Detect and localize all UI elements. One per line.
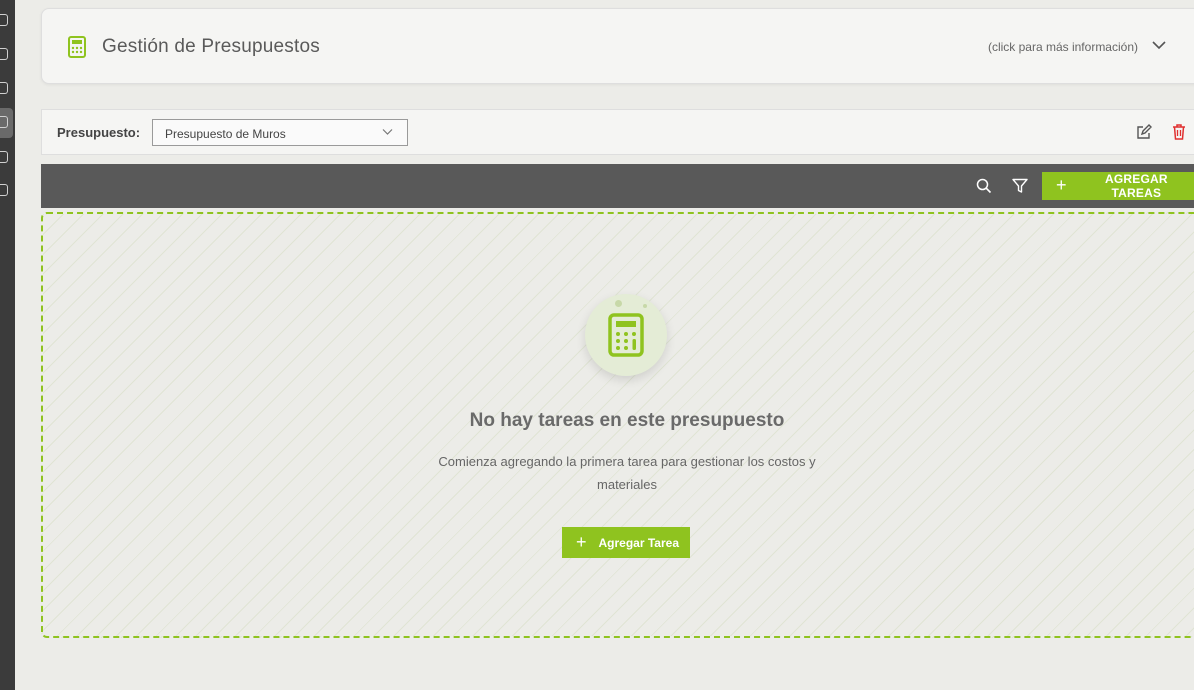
add-tasks-button[interactable]: + AGREGAR TAREAS — [1042, 172, 1194, 200]
tasks-drop-zone: No hay tareas en este presupuesto Comien… — [41, 212, 1194, 638]
chevron-down-icon — [382, 129, 393, 135]
search-icon[interactable] — [976, 178, 992, 194]
empty-state-subtitle: Comienza agregando la primera tarea para… — [438, 454, 816, 492]
calculator-icon — [608, 313, 644, 357]
sidebar-icon-5[interactable] — [0, 151, 8, 163]
plus-icon: + — [576, 531, 587, 552]
trash-icon[interactable] — [1172, 123, 1186, 140]
add-task-label: Agregar Tarea — [598, 535, 679, 550]
toolbar: + AGREGAR TAREAS — [41, 164, 1194, 208]
empty-state-title: No hay tareas en este presupuesto — [469, 410, 785, 431]
page-title: Gestión de Presupuestos — [102, 36, 320, 57]
add-tasks-label: AGREGAR TAREAS — [1104, 172, 1168, 200]
filter-icon[interactable] — [1012, 178, 1028, 194]
sidebar-icon-user[interactable] — [0, 184, 8, 196]
budget-select-value: Presupuesto de Muros — [165, 127, 286, 141]
sidebar-icon-4[interactable] — [0, 116, 8, 128]
calculator-icon — [68, 36, 86, 58]
info-hint[interactable]: (click para más información) — [988, 40, 1138, 54]
budget-bar: Presupuesto: Presupuesto de Muros — [41, 109, 1194, 155]
plus-icon: + — [1056, 175, 1067, 195]
budget-label: Presupuesto: — [57, 125, 141, 140]
sidebar-icon-1[interactable] — [0, 14, 8, 26]
edit-icon[interactable] — [1136, 124, 1152, 140]
sidebar-icon-2[interactable] — [0, 48, 8, 60]
empty-state-illustration — [585, 294, 667, 376]
sidebar-icon-3[interactable] — [0, 82, 8, 94]
add-task-button[interactable]: + Agregar Tarea — [562, 527, 690, 558]
sidebar — [0, 0, 15, 690]
chevron-down-icon[interactable] — [1152, 40, 1166, 50]
header-card[interactable]: Gestión de Presupuestos (click para más … — [41, 8, 1194, 84]
budget-select[interactable]: Presupuesto de Muros — [152, 119, 408, 146]
